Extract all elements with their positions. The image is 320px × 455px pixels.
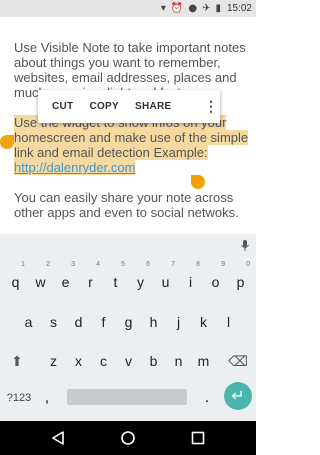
notification-dot-icon: ●: [188, 3, 198, 14]
key-number-hint: 2: [46, 261, 50, 268]
signal-icon: ▾: [160, 3, 166, 14]
period-key[interactable]: .: [196, 378, 218, 418]
key-label: j: [176, 314, 181, 330]
key-number-hint: 0: [246, 261, 250, 268]
home-icon[interactable]: [120, 430, 136, 446]
keyboard-row-3: ⬆ ⌫ z x c v bnm: [0, 341, 256, 381]
key-s[interactable]: s: [41, 302, 66, 342]
key-o[interactable]: o9: [203, 261, 228, 302]
backspace-key[interactable]: ⌫: [226, 341, 250, 381]
key-r[interactable]: r4: [78, 261, 103, 302]
key-label: k: [200, 314, 207, 330]
share-button[interactable]: SHARE: [127, 90, 180, 123]
key-i[interactable]: i8: [178, 261, 203, 302]
key-label: z: [50, 353, 57, 369]
key-label: h: [149, 314, 158, 330]
key-label: x: [75, 353, 82, 369]
key-t[interactable]: t5: [103, 261, 128, 302]
alarm-icon: ⏰: [170, 3, 184, 14]
key-label: n: [174, 353, 183, 369]
key-label: p: [236, 274, 245, 290]
key-e[interactable]: e3: [53, 261, 78, 302]
note-body[interactable]: Use Visible Note to take important notes…: [0, 40, 250, 235]
key-label: c: [100, 353, 107, 369]
key-label: q: [11, 274, 20, 290]
mic-icon[interactable]: [240, 240, 250, 252]
note-paragraph-3[interactable]: You can easily share your note across ot…: [14, 190, 250, 220]
key-k[interactable]: k: [191, 302, 216, 342]
comma-key[interactable]: ,: [36, 378, 58, 418]
status-time: 15:02: [226, 3, 252, 14]
key-x[interactable]: x: [66, 341, 91, 381]
space-bar[interactable]: [67, 389, 187, 405]
keyboard-row-1: q1w2e3r4t5y6u7i8o9p0: [0, 261, 256, 302]
key-label: a: [24, 314, 33, 330]
selection-toolbar: CUT COPY SHARE ⋮: [38, 90, 220, 123]
cut-button[interactable]: CUT: [44, 90, 81, 123]
note-paragraph-2-wrap: Use the widget to show infos on your hom…: [0, 115, 250, 189]
key-a[interactable]: a: [16, 302, 41, 342]
symbols-key[interactable]: ?123: [4, 378, 34, 418]
key-z[interactable]: z: [41, 341, 66, 381]
key-w[interactable]: w2: [28, 261, 53, 302]
key-n[interactable]: n: [166, 341, 191, 381]
key-p[interactable]: p0: [228, 261, 253, 302]
key-label: y: [137, 274, 144, 290]
keyboard-row-2: a s d f gh j k l: [0, 302, 256, 342]
key-number-hint: 8: [196, 261, 200, 268]
shift-key[interactable]: ⬆: [5, 341, 29, 381]
key-label: w: [35, 274, 46, 290]
status-bar: ▾ ⏰ ● ✈ ▮ 15:02: [0, 0, 256, 17]
key-label: t: [113, 274, 118, 290]
airplane-icon: ✈: [202, 3, 211, 14]
key-label: b: [149, 353, 158, 369]
key-number-hint: 3: [71, 261, 75, 268]
key-number-hint: 4: [96, 261, 100, 268]
key-label: m: [197, 353, 210, 369]
key-number-hint: 7: [171, 261, 175, 268]
recents-icon[interactable]: [190, 430, 206, 446]
more-vert-icon[interactable]: ⋮: [196, 90, 218, 123]
key-f[interactable]: f: [91, 302, 116, 342]
key-number-hint: 1: [21, 261, 25, 268]
key-number-hint: 9: [221, 261, 225, 268]
key-label: i: [188, 274, 193, 290]
key-l[interactable]: l: [216, 302, 241, 342]
enter-key[interactable]: ↵: [224, 382, 252, 410]
key-c[interactable]: c: [91, 341, 116, 381]
key-m[interactable]: m: [191, 341, 216, 381]
nav-bar: [0, 421, 256, 455]
selection-handle-right[interactable]: [191, 175, 205, 189]
key-number-hint: 6: [146, 261, 150, 268]
key-label: v: [125, 353, 132, 369]
battery-icon: ▮: [215, 3, 221, 14]
key-label: o: [211, 274, 220, 290]
key-label: d: [74, 314, 83, 330]
keyboard: q1w2e3r4t5y6u7i8o9p0 asdfghjkl ⬆ ⌫ zxcvb…: [0, 234, 256, 421]
key-g[interactable]: g: [116, 302, 141, 342]
key-label: e: [61, 274, 70, 290]
key-b[interactable]: b: [141, 341, 166, 381]
key-u[interactable]: u7: [153, 261, 178, 302]
key-q[interactable]: q1: [3, 261, 28, 302]
key-label: u: [161, 274, 170, 290]
key-number-hint: 5: [121, 261, 125, 268]
key-label: s: [50, 314, 57, 330]
note-link[interactable]: http://dalenryder.com: [14, 160, 135, 175]
key-j[interactable]: j: [166, 302, 191, 342]
key-y[interactable]: y6: [128, 261, 153, 302]
selection-handle-left[interactable]: [0, 135, 14, 149]
back-icon[interactable]: [50, 430, 66, 446]
note-paragraph-2[interactable]: Use the widget to show infos on your hom…: [14, 115, 250, 175]
key-label: f: [101, 314, 106, 330]
key-v[interactable]: v: [116, 341, 141, 381]
key-label: l: [226, 314, 231, 330]
key-label: r: [88, 274, 93, 290]
key-label: g: [124, 314, 133, 330]
key-h[interactable]: h: [141, 302, 166, 342]
key-d[interactable]: d: [66, 302, 91, 342]
copy-button[interactable]: COPY: [81, 90, 127, 123]
